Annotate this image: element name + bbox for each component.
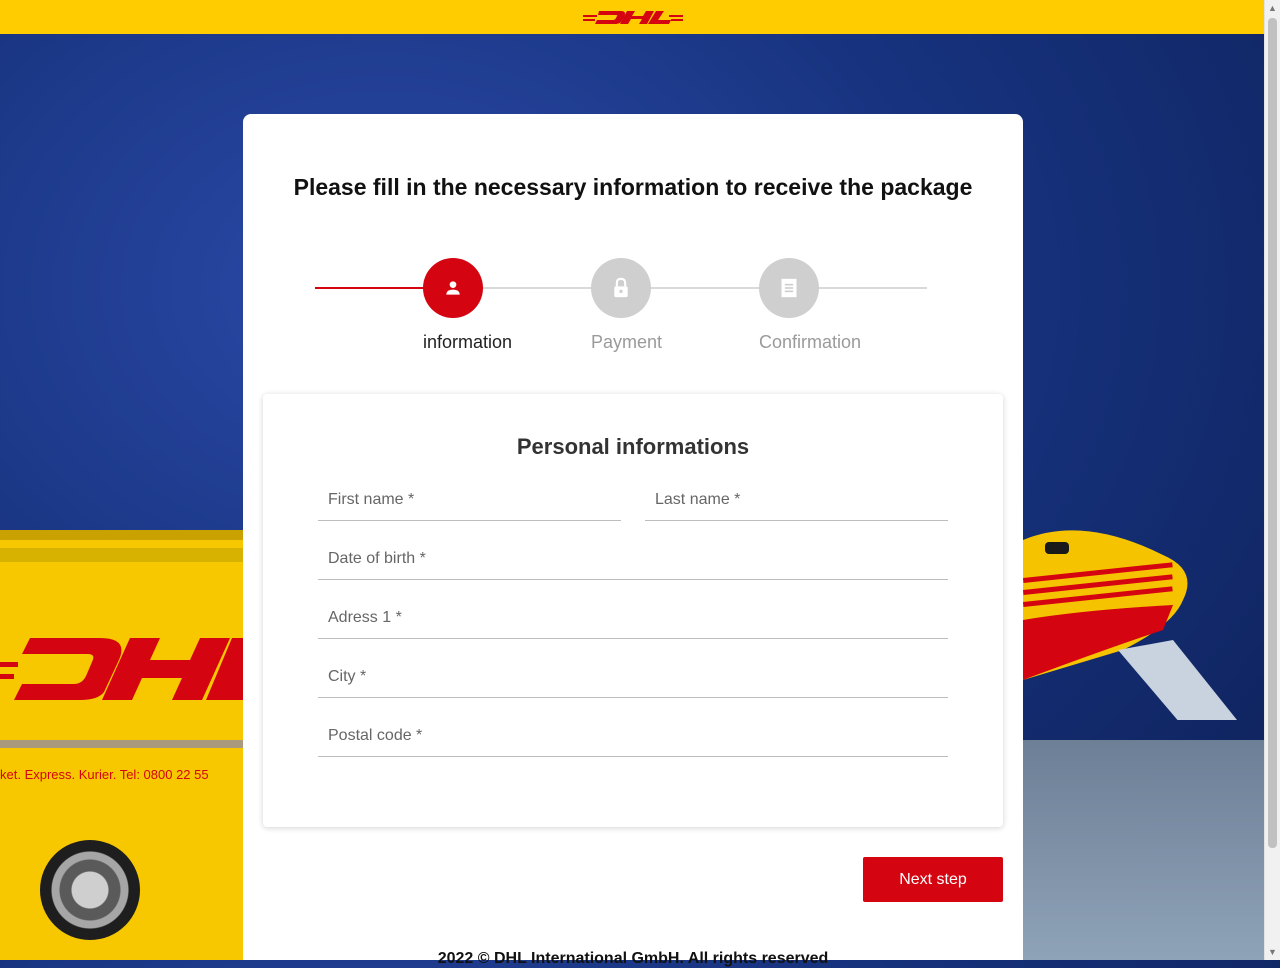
personal-info-form: Personal informations <box>263 394 1003 827</box>
airport-ground <box>1023 740 1265 960</box>
scrollbar[interactable]: ▲ ▼ <box>1264 0 1280 960</box>
date-of-birth-field <box>318 539 948 580</box>
receipt-icon <box>781 278 797 298</box>
van-dhl-logo <box>0 632 243 704</box>
last-name-field <box>645 480 948 521</box>
first-name-input[interactable] <box>318 480 621 520</box>
postal-code-field <box>318 716 948 757</box>
scroll-thumb[interactable] <box>1268 18 1277 848</box>
form-title: Personal informations <box>516 434 750 459</box>
lock-icon <box>614 277 628 298</box>
step-payment[interactable] <box>591 258 651 318</box>
dhl-logo[interactable] <box>582 9 683 25</box>
van-wheel <box>40 840 140 940</box>
scroll-up-icon[interactable]: ▲ <box>1265 0 1280 16</box>
main-card: Please fill in the necessary information… <box>243 114 1023 967</box>
progress-stepper: information Payment Confirmation <box>243 258 1023 358</box>
van-text: ket. Express. Kurier. Tel: 0800 22 55 <box>0 767 209 782</box>
scroll-down-icon[interactable]: ▼ <box>1265 944 1280 960</box>
address1-field <box>318 598 948 639</box>
postal-code-input[interactable] <box>318 716 948 756</box>
city-field <box>318 657 948 698</box>
van-window <box>0 548 243 562</box>
airplane-image <box>1023 520 1265 720</box>
last-name-input[interactable] <box>645 480 948 520</box>
stepper-progress-line <box>315 287 425 289</box>
page-title: Please fill in the necessary information… <box>293 174 973 200</box>
header-bar <box>0 0 1265 34</box>
next-step-button[interactable]: Next step <box>863 857 1003 902</box>
footer-copyright: 2022 © DHL International GmbH. All right… <box>437 950 829 967</box>
city-input[interactable] <box>318 657 948 697</box>
address1-input[interactable] <box>318 598 948 638</box>
step-confirmation[interactable] <box>759 258 819 318</box>
step-label-confirmation: Confirmation <box>759 332 862 352</box>
step-label-information: information <box>423 332 513 352</box>
step-information[interactable] <box>423 258 483 318</box>
date-of-birth-input[interactable] <box>318 539 948 579</box>
person-icon <box>446 281 460 295</box>
stepper-line <box>425 287 927 289</box>
step-label-payment: Payment <box>591 332 663 352</box>
van-stripe <box>0 740 243 748</box>
first-name-field <box>318 480 621 521</box>
